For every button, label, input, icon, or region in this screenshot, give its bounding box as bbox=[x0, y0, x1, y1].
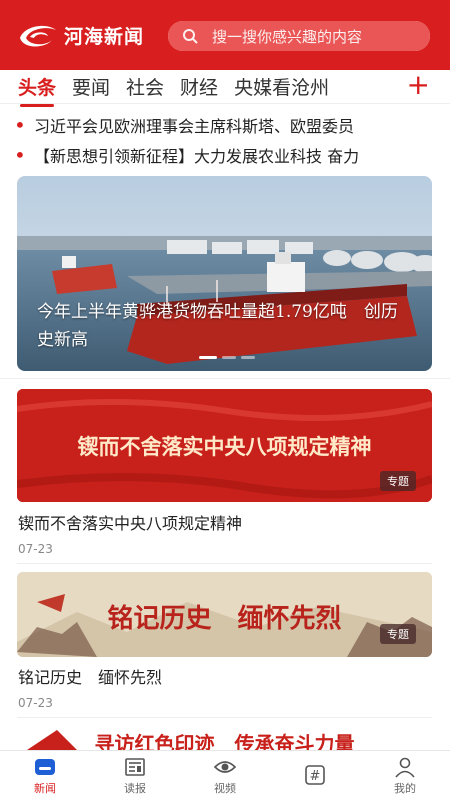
nav-news[interactable]: 新闻 bbox=[0, 751, 90, 800]
nav-newspaper[interactable]: 读报 bbox=[90, 751, 180, 800]
logo-icon bbox=[20, 25, 56, 47]
topic-title[interactable]: 铭记历史 缅怀先烈 bbox=[18, 664, 162, 688]
topic-tag: 专题 bbox=[380, 624, 416, 644]
newspaper-icon bbox=[125, 757, 145, 776]
section-divider bbox=[0, 378, 450, 379]
nav-label: 我的 bbox=[394, 781, 416, 795]
tab-central-media[interactable]: 央媒看沧州 bbox=[234, 73, 329, 100]
news-carousel[interactable]: 今年上半年黄骅港货物吞吐量超1.79亿吨 创历史新高 bbox=[17, 176, 432, 371]
app-name: 河海新闻 bbox=[64, 25, 145, 48]
hashtag-icon: # bbox=[305, 764, 325, 785]
card-separator bbox=[17, 563, 432, 564]
banner-title: 寻访红色印迹 传承奋斗力量 bbox=[94, 732, 355, 750]
carousel-indicator bbox=[199, 356, 260, 359]
topic-banner[interactable]: 铭记历史 缅怀先烈 专题 bbox=[17, 572, 432, 657]
bottom-nav: 新闻 读报 视频 # 我的 bbox=[0, 750, 450, 800]
carousel-dot bbox=[222, 356, 236, 359]
banner-title: 铭记历史 缅怀先烈 bbox=[107, 604, 342, 634]
app-header: 河海新闻 搜一搜你感兴趣的内容 bbox=[0, 0, 450, 70]
banner-title: 锲而不舍落实中央八项规定精神 bbox=[77, 434, 372, 459]
person-icon bbox=[395, 757, 415, 778]
topic-date: 07-23 bbox=[18, 696, 53, 710]
topic-tag: 专题 bbox=[380, 471, 416, 491]
headline-item[interactable]: • 习近平会见欧洲理事会主席科斯塔、欧盟委员 bbox=[0, 110, 450, 140]
nav-label: 视频 bbox=[214, 781, 236, 795]
carousel-dot bbox=[241, 356, 255, 359]
channel-tabs: 头条 要闻 社会 财经 央媒看沧州 + bbox=[0, 70, 450, 107]
tab-society[interactable]: 社会 bbox=[126, 73, 164, 100]
nav-label: 新闻 bbox=[34, 781, 56, 795]
nav-label: 读报 bbox=[124, 781, 146, 795]
nav-video[interactable]: 视频 bbox=[180, 751, 270, 800]
headline-text: 【新思想引领新征程】大力发展农业科技 奋力 bbox=[34, 147, 360, 166]
headline-list: • 习近平会见欧洲理事会主席科斯塔、欧盟委员 • 【新思想引领新征程】大力发展农… bbox=[0, 110, 450, 170]
nav-profile[interactable]: 我的 bbox=[360, 751, 450, 800]
card-separator bbox=[17, 717, 432, 718]
app-logo: 河海新闻 bbox=[16, 20, 144, 50]
nav-topics[interactable]: # bbox=[270, 751, 360, 800]
eye-icon bbox=[213, 760, 237, 773]
search-placeholder: 搜一搜你感兴趣的内容 bbox=[212, 27, 363, 46]
plus-icon[interactable]: + bbox=[407, 70, 430, 100]
search-icon bbox=[183, 29, 198, 44]
topic-title[interactable]: 锲而不舍落实中央八项规定精神 bbox=[18, 510, 242, 534]
carousel-dot bbox=[199, 356, 217, 359]
bullet-icon: • bbox=[14, 143, 26, 167]
tab-important-news[interactable]: 要闻 bbox=[72, 73, 110, 100]
news-icon bbox=[35, 758, 55, 775]
search-bar[interactable]: 搜一搜你感兴趣的内容 bbox=[168, 21, 430, 51]
topic-banner[interactable]: 锲而不舍落实中央八项规定精神 专题 bbox=[17, 389, 432, 502]
topic-banner[interactable]: 寻访红色印迹 传承奋斗力量 bbox=[17, 726, 432, 750]
tab-headlines[interactable]: 头条 bbox=[18, 73, 56, 107]
headline-item[interactable]: • 【新思想引领新征程】大力发展农业科技 奋力 bbox=[0, 140, 450, 170]
svg-text:#: # bbox=[310, 769, 321, 784]
carousel-caption: 今年上半年黄骅港货物吞吐量超1.79亿吨 创历史新高 bbox=[37, 302, 398, 350]
tab-finance[interactable]: 财经 bbox=[180, 73, 218, 100]
bullet-icon: • bbox=[14, 113, 26, 137]
topic-date: 07-23 bbox=[18, 542, 53, 556]
headline-text: 习近平会见欧洲理事会主席科斯塔、欧盟委员 bbox=[34, 117, 355, 136]
